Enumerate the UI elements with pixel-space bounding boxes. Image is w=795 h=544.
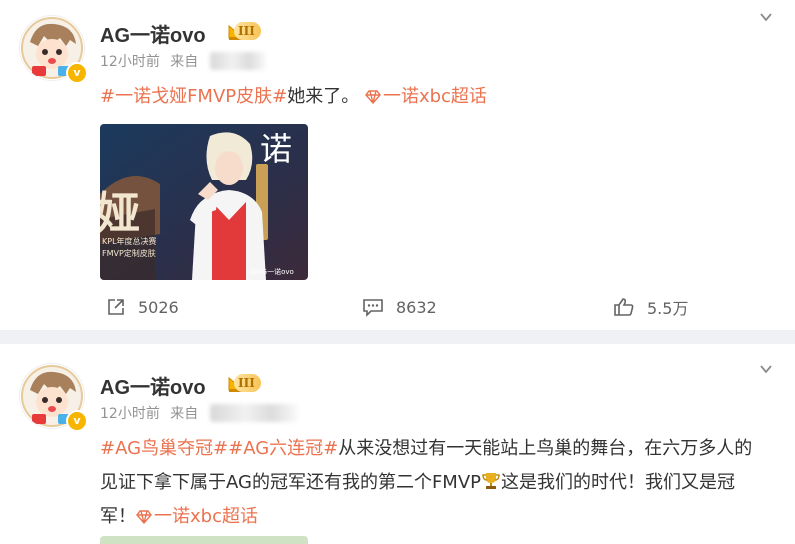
supertopic-link[interactable]: 一诺xbc超话 bbox=[365, 86, 487, 107]
chevron-down-icon[interactable] bbox=[759, 362, 773, 376]
post-line-2: 见证下拿下属于AG的冠军还有我的第二个FMVP 这是我们的时代！我们又是冠 bbox=[100, 466, 780, 500]
post-separator bbox=[0, 330, 795, 344]
hashtag-link[interactable]: #AG鸟巢夺冠# bbox=[100, 438, 228, 459]
post-text: #AG鸟巢夺冠##AG六连冠#从来没想过有一天能站上鸟巢的舞台，在六万多人的 见… bbox=[100, 432, 780, 534]
post-image[interactable]: 娅 KPL年度总决赛 FMVP定制皮肤 诺 @AG一诺ovo bbox=[100, 124, 308, 280]
post-time[interactable]: 12小时前 bbox=[100, 406, 160, 422]
post-image-partial[interactable] bbox=[100, 536, 308, 544]
blurred-source bbox=[210, 404, 298, 422]
post-card-1: v AG一诺ovo III 12小时前 来自 #一诺戈娅FMVP皮肤#她来了。 … bbox=[0, 0, 795, 330]
action-bar: 5026 8632 5.5万 bbox=[0, 292, 795, 322]
post-body: 她来了。 bbox=[287, 86, 360, 107]
comment-count: 8632 bbox=[396, 297, 437, 317]
vip-level-badge: III bbox=[234, 374, 261, 392]
image-watermark: @AG一诺ovo bbox=[250, 267, 294, 276]
post-meta: 12小时前 来自 bbox=[100, 403, 204, 423]
username[interactable]: AG一诺ovo bbox=[100, 19, 206, 48]
trophy-icon bbox=[482, 473, 500, 489]
verified-badge-icon: v bbox=[66, 62, 88, 84]
supertopic-label: 一诺xbc超话 bbox=[154, 506, 258, 527]
post-body: 军！ bbox=[100, 506, 136, 527]
post-body: 这是我们的时代！我们又是冠 bbox=[501, 472, 735, 493]
post-text: #一诺戈娅FMVP皮肤#她来了。 一诺xbc超话 bbox=[100, 80, 780, 114]
diamond-icon bbox=[365, 90, 381, 105]
like-button[interactable]: 5.5万 bbox=[613, 292, 688, 322]
post-source-label: 来自 bbox=[170, 54, 199, 70]
chevron-down-icon[interactable] bbox=[759, 10, 773, 24]
like-count: 5.5万 bbox=[647, 299, 689, 318]
post-line-1: #AG鸟巢夺冠##AG六连冠#从来没想过有一天能站上鸟巢的舞台，在六万多人的 bbox=[100, 432, 780, 466]
hashtag-link[interactable]: #AG六连冠# bbox=[228, 438, 338, 459]
post-body: 见证下拿下属于AG的冠军还有我的第二个FMVP bbox=[100, 472, 481, 493]
repost-count: 5026 bbox=[138, 297, 179, 317]
comment-icon bbox=[363, 299, 383, 317]
repost-button[interactable]: 5026 bbox=[106, 292, 179, 322]
blurred-source bbox=[210, 52, 266, 70]
post-source-label: 来自 bbox=[170, 406, 199, 422]
comment-button[interactable]: 8632 bbox=[362, 292, 437, 322]
post-time[interactable]: 12小时前 bbox=[100, 54, 160, 70]
post-body: 从来没想过有一天能站上鸟巢的舞台，在六万多人的 bbox=[338, 438, 753, 459]
like-icon bbox=[614, 298, 634, 316]
signature: 诺 bbox=[260, 130, 292, 168]
image-caption-1: KPL年度总决赛 bbox=[102, 236, 157, 246]
supertopic-label: 一诺xbc超话 bbox=[382, 86, 487, 107]
repost-icon bbox=[108, 299, 124, 315]
post-card-2: v AG一诺ovo III 12小时前 来自 #AG鸟巢夺冠##AG六连冠#从来… bbox=[0, 344, 795, 544]
image-title-char: 娅 bbox=[100, 188, 140, 239]
diamond-icon bbox=[136, 510, 152, 525]
supertopic-link[interactable]: 一诺xbc超话 bbox=[136, 506, 258, 527]
post-line-3: 军！ 一诺xbc超话 bbox=[100, 500, 780, 534]
post-meta: 12小时前 来自 bbox=[100, 51, 204, 71]
vip-level-badge: III bbox=[234, 22, 261, 40]
image-caption-2: FMVP定制皮肤 bbox=[102, 248, 156, 258]
username[interactable]: AG一诺ovo bbox=[100, 371, 206, 400]
verified-badge-icon: v bbox=[66, 410, 88, 432]
hashtag-link[interactable]: #一诺戈娅FMVP皮肤# bbox=[100, 86, 287, 107]
